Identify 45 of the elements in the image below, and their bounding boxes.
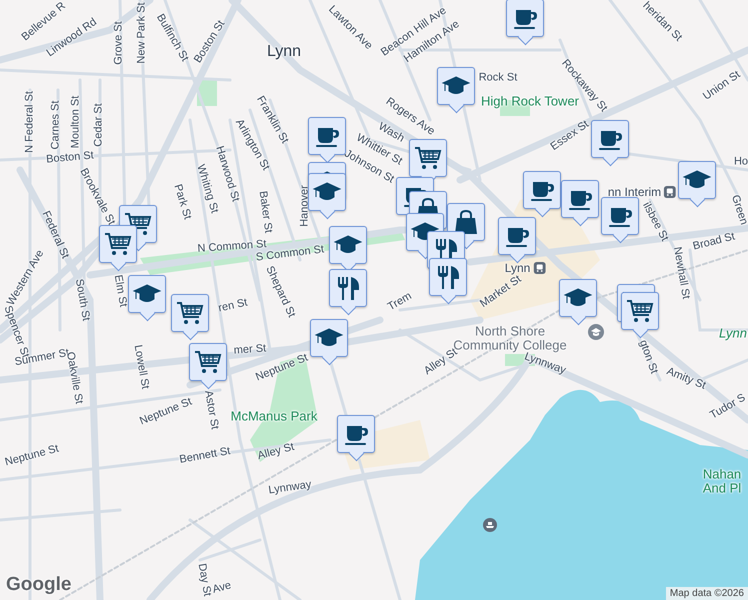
attribution-text: Map data ©2026 [666,587,748,600]
street-label: Amity St [664,366,708,392]
street-label: Astor St [202,390,220,430]
street-label: Newhall St [671,246,691,300]
street-label: Bennett St [178,446,232,466]
street-label: Boston St [46,150,94,166]
street-label: Lynnway [268,480,312,496]
street-label: Hanover [300,185,310,227]
street-label: Moulton St [70,96,82,148]
street-label: Tudor S [708,392,748,422]
station-label: nn Interim [608,186,662,198]
street-label: Trem [386,290,414,314]
street-label: Baker St [256,190,274,234]
street-label: Whiting St [194,163,220,215]
street-label: Carnes St [50,100,62,150]
street-label: N Federal St [24,91,36,153]
street-label: Day St [196,562,212,598]
park-label: Lynn [719,326,747,340]
logo: Google [6,574,72,596]
park-label: Nahan [702,468,742,480]
street-label: gton St [636,338,660,376]
street-label: Rock St [478,72,518,84]
street-label: Alley St [256,442,296,462]
street-label: Neptune St [4,444,60,468]
street-label: Ho [734,156,748,168]
street-label: Broad St [692,231,736,253]
street-label: ilsbee St [640,200,670,244]
street-label: Park St [171,183,193,221]
street-label: Elm St [112,274,128,308]
street-label: Green [729,194,748,226]
street-label: mer St [233,343,267,357]
station-label: Lynn [504,262,530,274]
train-icon [664,186,676,198]
street-label: Lowell St [132,344,150,390]
street-label: New Park St [136,2,148,64]
ferry-icon [483,518,497,532]
street-label: Ave [212,580,232,596]
street-label: South St [72,278,92,322]
graduation-cap-icon [588,324,604,340]
street-label: Cedar St [94,103,104,147]
street-label: ren St [218,298,248,314]
street-label: Grove St [114,21,124,65]
city-label: Lynn [266,44,302,60]
park-label: And Pl [702,482,742,494]
park-label: McManus Park [230,410,318,422]
